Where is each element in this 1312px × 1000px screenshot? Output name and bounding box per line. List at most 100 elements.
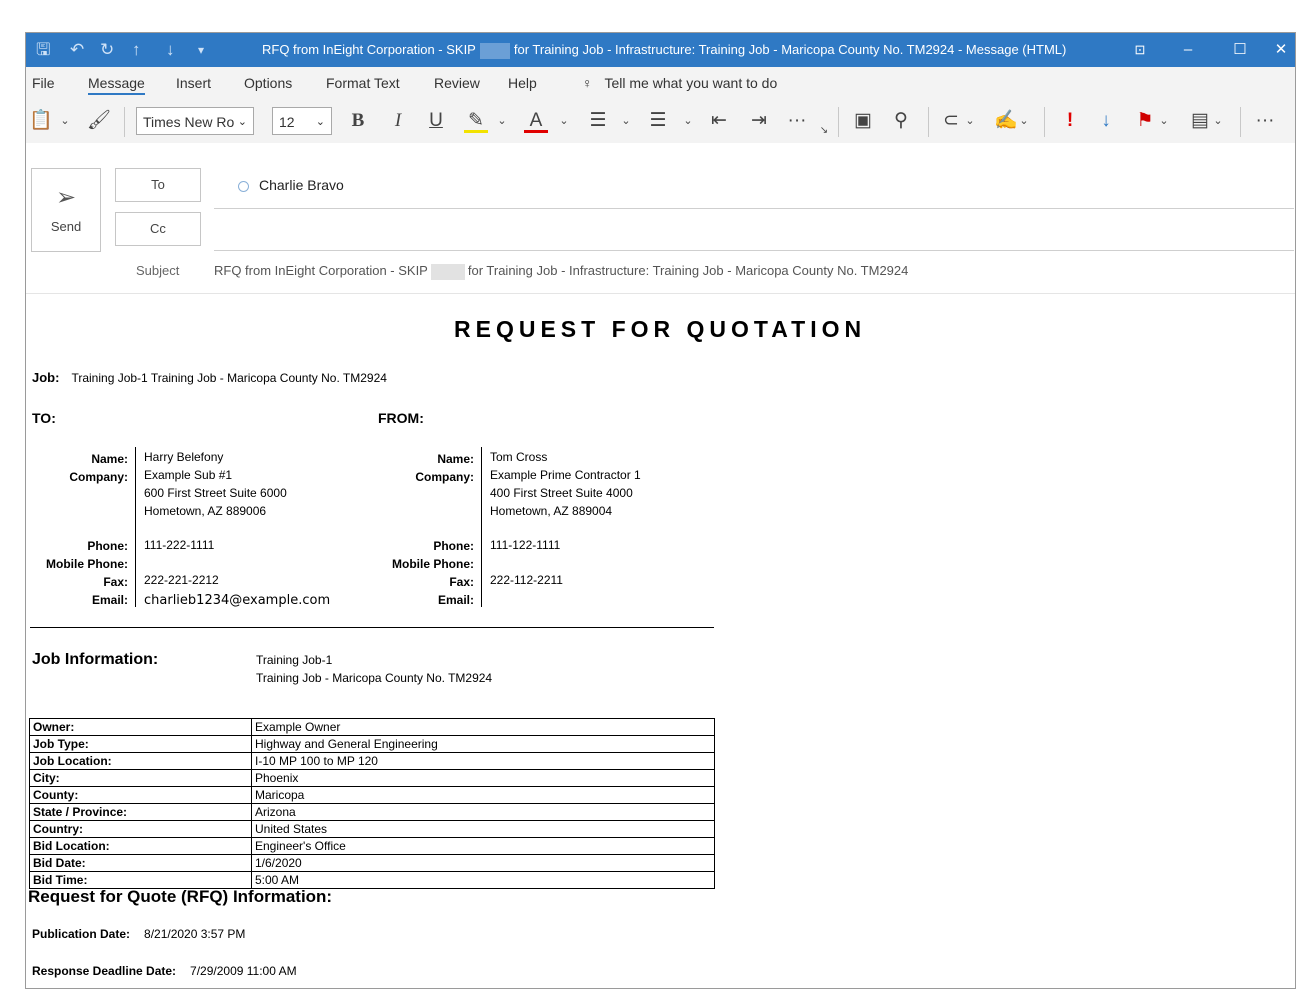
font-name-value: Times New Ro bbox=[143, 114, 235, 130]
table-value-cell: Example Owner bbox=[251, 718, 715, 736]
separator bbox=[928, 107, 929, 137]
follow-up-flag-icon[interactable]: ⚑ bbox=[1134, 109, 1156, 133]
job-label: Job: bbox=[32, 370, 60, 385]
tab-insert[interactable]: Insert bbox=[176, 75, 211, 91]
tab-options[interactable]: Options bbox=[244, 75, 292, 91]
tab-message[interactable]: Message bbox=[88, 75, 145, 95]
to-email[interactable]: charlieb1234@example.com bbox=[144, 593, 330, 608]
subject-label: Subject bbox=[136, 263, 180, 278]
from-header: FROM: bbox=[378, 410, 424, 426]
more-options-icon[interactable]: ··· bbox=[1252, 109, 1278, 133]
font-color-dropdown-icon[interactable]: ⌄ bbox=[558, 109, 570, 133]
minimize-button[interactable]: – bbox=[1168, 33, 1208, 67]
publication-date-row: Publication Date: 8/21/2020 3:57 PM bbox=[32, 927, 245, 941]
response-deadline-row: Response Deadline Date: 7/29/2009 11:00 A… bbox=[32, 964, 297, 978]
increase-indent-icon[interactable]: ⇥ bbox=[746, 109, 772, 133]
cc-field[interactable] bbox=[214, 250, 1294, 251]
tab-help[interactable]: Help bbox=[508, 75, 537, 91]
company-label: Company: bbox=[415, 470, 474, 484]
save-icon[interactable]: 🖫 bbox=[36, 33, 50, 67]
font-color-icon[interactable]: A bbox=[524, 109, 548, 133]
paste-icon[interactable]: 📋 bbox=[28, 109, 54, 133]
table-value-cell: Highway and General Engineering bbox=[251, 735, 715, 753]
highlight-dropdown-icon[interactable]: ⌄ bbox=[496, 109, 508, 133]
to-phone: 111-222-1111 bbox=[144, 538, 215, 552]
next-item-icon[interactable]: ↓ bbox=[166, 33, 175, 67]
to-recipient[interactable]: Charlie Bravo bbox=[259, 177, 344, 193]
table-row: Country: United States bbox=[29, 820, 715, 838]
table-key-cell: Bid Location: bbox=[29, 837, 252, 855]
tab-file[interactable]: File bbox=[32, 75, 55, 91]
check-names-icon[interactable]: ⚲ bbox=[888, 109, 914, 133]
tell-me-search[interactable]: ♀ Tell me what you want to do bbox=[582, 75, 777, 91]
redo-icon[interactable]: ↻ bbox=[100, 33, 114, 67]
signature-icon[interactable]: ✍ bbox=[994, 109, 1018, 133]
table-value-cell: I-10 MP 100 to MP 120 bbox=[251, 752, 715, 770]
to-field-underline bbox=[214, 208, 1294, 209]
rfq-information-title: Request for Quote (RFQ) Information: bbox=[28, 887, 333, 906]
decrease-indent-icon[interactable]: ⇤ bbox=[706, 109, 732, 133]
tell-me-text: Tell me what you want to do bbox=[604, 75, 778, 91]
paste-dropdown-icon[interactable]: ⌄ bbox=[58, 109, 72, 133]
attach-file-icon[interactable]: ⊂ bbox=[940, 109, 962, 133]
response-deadline-value: 7/29/2009 11:00 AM bbox=[190, 964, 297, 978]
table-value-cell: 1/6/2020 bbox=[251, 854, 715, 872]
to-field[interactable]: Charlie Bravo bbox=[238, 177, 344, 193]
tab-format-text[interactable]: Format Text bbox=[326, 75, 400, 91]
previous-item-icon[interactable]: ↑ bbox=[132, 33, 141, 67]
maximize-button[interactable]: ☐ bbox=[1220, 33, 1260, 67]
table-value-cell: Phoenix bbox=[251, 769, 715, 787]
title-bar: 🖫 ↶ ↻ ↑ ↓ ▾ RFQ from InEight Corporation… bbox=[26, 33, 1295, 67]
table-key-cell: Bid Date: bbox=[29, 854, 252, 872]
font-name-select[interactable]: Times New Ro ⌄ bbox=[136, 107, 254, 135]
font-size-select[interactable]: 12 ⌄ bbox=[272, 107, 332, 135]
company-label: Company: bbox=[69, 470, 128, 484]
message-body[interactable]: REQUEST FOR QUOTATION Job: Training Job-1… bbox=[26, 295, 1295, 988]
templates-dropdown-icon[interactable]: ⌄ bbox=[1212, 109, 1224, 133]
subject-part1: RFQ from InEight Corporation - SKIP bbox=[214, 263, 428, 278]
separator bbox=[838, 107, 839, 137]
underline-icon[interactable]: U bbox=[424, 109, 448, 133]
ribbon-tabs: File Message Insert Options Format Text … bbox=[26, 67, 1295, 99]
attach-dropdown-icon[interactable]: ⌄ bbox=[964, 109, 976, 133]
subject-part2: for Training Job - Infrastructure: Train… bbox=[467, 263, 909, 278]
undo-icon[interactable]: ↶ bbox=[70, 33, 84, 67]
more-formatting-icon[interactable]: ··· bbox=[784, 109, 810, 133]
window-title: RFQ from InEight Corporation - SKIP for T… bbox=[262, 33, 1066, 67]
address-book-icon[interactable]: ▣ bbox=[850, 109, 876, 133]
high-importance-icon[interactable]: ! bbox=[1058, 109, 1082, 133]
redacted-block bbox=[479, 42, 510, 59]
presence-icon bbox=[238, 180, 249, 192]
templates-icon[interactable]: ▤ bbox=[1188, 109, 1212, 133]
customize-quick-access-icon[interactable]: ▾ bbox=[198, 33, 204, 67]
flag-dropdown-icon[interactable]: ⌄ bbox=[1158, 109, 1170, 133]
bullets-dropdown-icon[interactable]: ⌄ bbox=[620, 109, 632, 133]
highlight-icon[interactable]: ✎ bbox=[464, 109, 488, 133]
close-button[interactable]: ✕ bbox=[1266, 33, 1295, 67]
table-value-cell: Arizona bbox=[251, 803, 715, 821]
job-information-table: Owner: Example Owner Job Type: Highway and … bbox=[29, 718, 715, 889]
bold-icon[interactable]: B bbox=[346, 109, 370, 133]
signature-dropdown-icon[interactable]: ⌄ bbox=[1018, 109, 1030, 133]
table-row: Bid Time: 5:00 AM bbox=[29, 871, 715, 889]
italic-icon[interactable]: I bbox=[386, 109, 410, 133]
job-row: Job: Training Job-1 Training Job - Marico… bbox=[32, 370, 387, 385]
format-painter-icon[interactable]: 🖌 bbox=[86, 109, 112, 133]
bullets-icon[interactable]: ☰ bbox=[586, 109, 610, 133]
send-button[interactable]: ➢ Send bbox=[31, 168, 101, 252]
to-address-line1: 600 First Street Suite 6000 bbox=[144, 486, 287, 500]
to-name: Harry Belefony bbox=[144, 450, 224, 464]
send-label: Send bbox=[50, 219, 82, 234]
from-name: Tom Cross bbox=[490, 450, 548, 464]
subject-field[interactable]: RFQ from InEight Corporation - SKIP for T… bbox=[214, 263, 908, 280]
to-button[interactable]: To bbox=[115, 168, 201, 202]
job-info-line2: Training Job - Maricopa County No. TM292… bbox=[256, 671, 493, 685]
tab-review[interactable]: Review bbox=[434, 75, 480, 91]
numbering-dropdown-icon[interactable]: ⌄ bbox=[682, 109, 694, 133]
dialog-launcher-icon[interactable]: ↘ bbox=[818, 119, 830, 143]
numbering-icon[interactable]: ☰ bbox=[646, 109, 670, 133]
low-importance-icon[interactable]: ↓ bbox=[1094, 109, 1118, 133]
fax-label: Fax: bbox=[103, 575, 128, 589]
cc-button[interactable]: Cc bbox=[115, 212, 201, 246]
ribbon-display-options-icon[interactable]: ⊡ bbox=[1120, 33, 1160, 67]
